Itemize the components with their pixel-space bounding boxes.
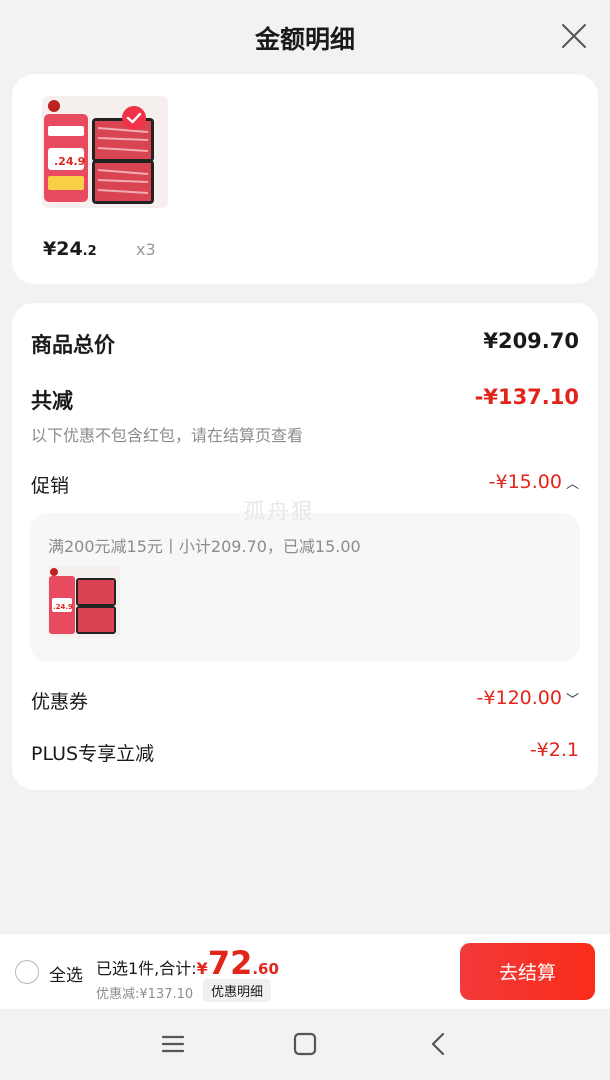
svg-text:.24.9: .24.9: [53, 603, 73, 611]
menu-icon[interactable]: [158, 1029, 188, 1059]
watermark: 孤舟狠: [243, 500, 316, 525]
price-detail-card: 商品总价 ¥209.70 共减 -¥137.10 以下优惠不包含红包，请在结算页…: [12, 303, 598, 790]
currency-symbol: ¥: [196, 959, 208, 978]
plus-value: -¥2.1: [529, 739, 579, 761]
product-thumbnail[interactable]: .24.9: [42, 96, 168, 208]
promotion-product-thumbnail[interactable]: .24.9: [48, 566, 120, 638]
product-card: .24.9 ¥24.2 x3: [12, 74, 598, 284]
total-main: 72: [207, 944, 253, 982]
coupon-row[interactable]: 优惠券 -¥120.00 ﹀: [31, 687, 579, 715]
selected-text: 已选1件,合计:: [96, 959, 197, 978]
reduction-note: 以下优惠不包含红包，请在结算页查看: [31, 426, 304, 445]
plus-row: PLUS专享立减 -¥2.1: [31, 739, 579, 767]
reduction-row: 共减 -¥137.10: [31, 385, 579, 415]
svg-text:.24.9: .24.9: [54, 155, 85, 168]
discount-detail-button[interactable]: 优惠明细: [203, 979, 272, 1002]
check-circle-icon[interactable]: [122, 106, 146, 130]
plus-label: PLUS专享立减: [31, 743, 155, 765]
discount-text: 优惠减:¥137.10: [96, 987, 194, 1002]
system-navbar: [0, 1009, 610, 1080]
promotion-label: 促销: [31, 475, 70, 497]
total-price-value: ¥209.70: [483, 329, 579, 353]
checkout-button[interactable]: 去结算: [460, 943, 595, 1000]
total-price-label: 商品总价: [31, 333, 115, 357]
product-unit-price: ¥24.2: [43, 238, 97, 260]
promotion-value: -¥15.00: [488, 471, 562, 493]
total-line: 已选1件,合计:¥72.60: [96, 944, 279, 982]
total-price-row: 商品总价 ¥209.70: [31, 329, 579, 359]
coupon-label: 优惠券: [31, 691, 89, 713]
home-square-icon[interactable]: [290, 1029, 320, 1059]
product-quantity: x3: [136, 240, 156, 259]
page-title: 金额明细: [254, 25, 355, 54]
promotion-detail-text: 满200元减15元丨小计209.70，已减15.00: [48, 537, 361, 556]
back-chevron-icon[interactable]: [424, 1029, 454, 1059]
chevron-up-icon[interactable]: ︿: [566, 473, 579, 492]
checkout-bar: 全选 已选1件,合计:¥72.60 优惠减:¥137.10 优惠明细 去结算: [0, 933, 610, 1009]
modal-header: 金额明细: [0, 0, 610, 74]
select-all-checkbox[interactable]: [15, 960, 39, 984]
close-icon[interactable]: [560, 22, 588, 50]
coupon-value: -¥120.00: [476, 687, 562, 709]
promotion-detail-box: 满200元减15元丨小计209.70，已减15.00 .24.9: [30, 513, 580, 662]
price-main: ¥24: [43, 238, 83, 260]
total-decimal: .60: [252, 960, 279, 978]
select-all-label[interactable]: 全选: [49, 961, 83, 986]
reduction-value: -¥137.10: [474, 385, 579, 409]
price-decimal: .2: [82, 244, 97, 259]
chevron-down-icon[interactable]: ﹀: [566, 689, 579, 708]
reduction-label: 共减: [31, 389, 73, 413]
